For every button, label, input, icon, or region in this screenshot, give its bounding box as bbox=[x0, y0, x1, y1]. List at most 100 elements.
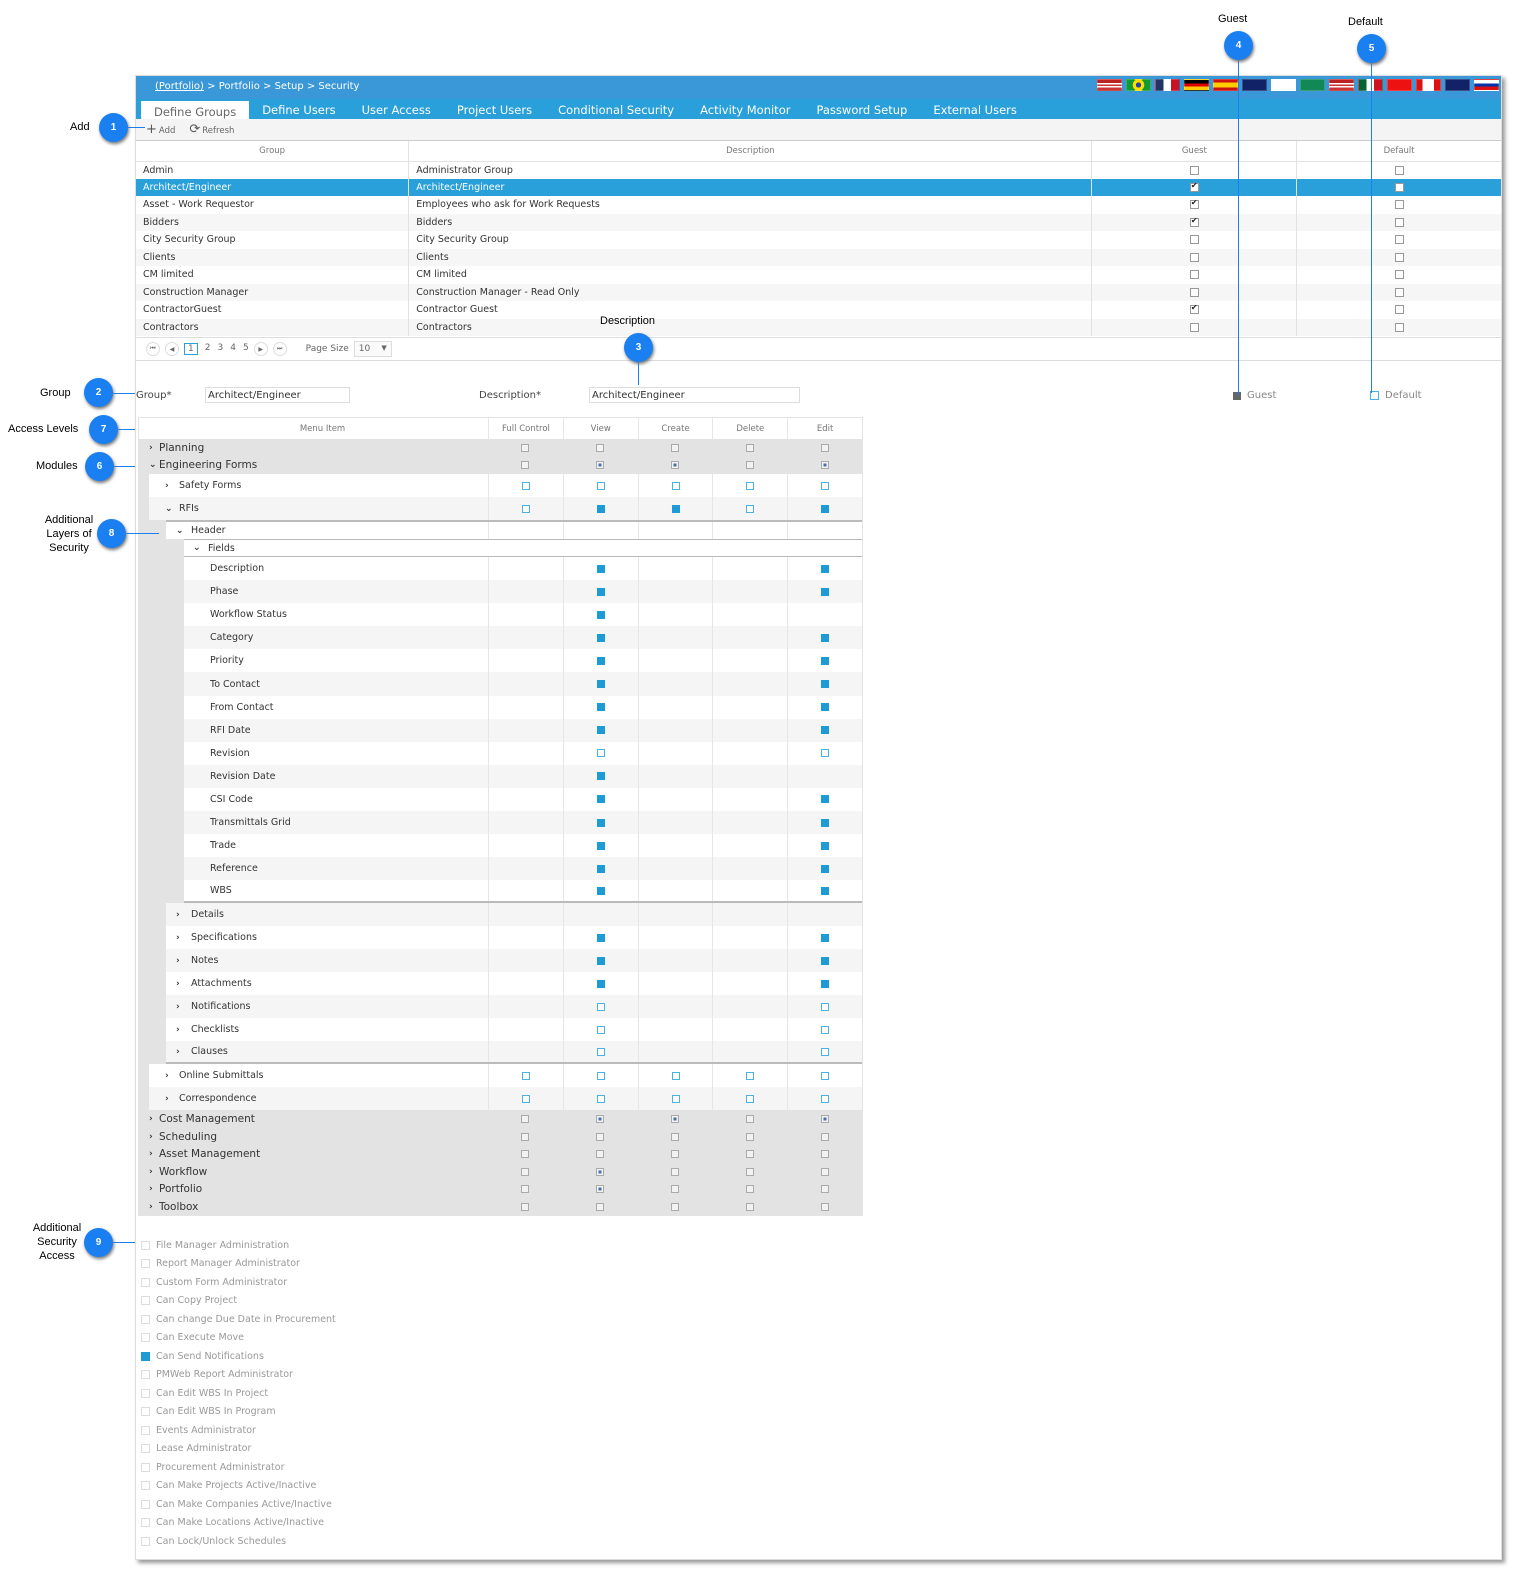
permission-row[interactable]: Trade bbox=[184, 834, 862, 858]
permission-row[interactable]: RFI Date bbox=[184, 718, 862, 742]
page-4-link[interactable]: 4 bbox=[230, 343, 236, 355]
permission-row[interactable]: › Details bbox=[166, 903, 862, 927]
access-checkbox[interactable] bbox=[141, 1277, 150, 1287]
full-control-checkbox[interactable] bbox=[521, 504, 530, 513]
tab-user-access[interactable]: User Access bbox=[349, 99, 444, 119]
canada-flag-icon[interactable] bbox=[1416, 79, 1441, 91]
default-checkbox[interactable] bbox=[1394, 235, 1404, 245]
permission-row[interactable]: To Contact bbox=[184, 672, 862, 696]
edit-checkbox[interactable] bbox=[821, 633, 830, 642]
additional-access-item[interactable]: Can Make Companies Active/Inactive bbox=[141, 1495, 336, 1514]
tab-activity-monitor[interactable]: Activity Monitor bbox=[687, 99, 803, 119]
page-1-link[interactable]: 1 bbox=[184, 343, 198, 355]
view-checkbox[interactable] bbox=[596, 1132, 605, 1141]
permission-row[interactable]: › Online Submittals bbox=[149, 1064, 862, 1088]
permission-row[interactable]: › Attachments bbox=[166, 972, 862, 996]
edit-checkbox[interactable] bbox=[821, 504, 830, 513]
chevron-right-icon[interactable]: › bbox=[176, 1047, 180, 1057]
additional-access-item[interactable]: PMWeb Report Administrator bbox=[141, 1366, 336, 1385]
chevron-down-icon[interactable]: ⌄ bbox=[193, 543, 201, 553]
permission-row[interactable]: › Clauses bbox=[166, 1041, 862, 1065]
view-checkbox[interactable] bbox=[596, 818, 605, 827]
edit-checkbox[interactable] bbox=[821, 1002, 830, 1011]
edit-checkbox[interactable] bbox=[820, 1185, 829, 1194]
tab-conditional-security[interactable]: Conditional Security bbox=[545, 99, 687, 119]
permission-row[interactable]: › Planning bbox=[139, 439, 862, 457]
view-checkbox[interactable] bbox=[596, 564, 605, 573]
access-checkbox[interactable] bbox=[141, 1333, 150, 1343]
create-checkbox[interactable] bbox=[671, 1202, 680, 1211]
additional-access-item[interactable]: Custom Form Administrator bbox=[141, 1273, 336, 1292]
create-checkbox[interactable] bbox=[671, 461, 680, 470]
delete-checkbox[interactable] bbox=[746, 1094, 755, 1103]
edit-checkbox[interactable] bbox=[821, 818, 830, 827]
additional-access-item[interactable]: Can Make Locations Active/Inactive bbox=[141, 1514, 336, 1533]
full-control-checkbox[interactable] bbox=[521, 1167, 530, 1176]
edit-checkbox[interactable] bbox=[821, 864, 830, 873]
additional-access-item[interactable]: Can Execute Move bbox=[141, 1329, 336, 1348]
access-checkbox[interactable] bbox=[141, 1370, 150, 1380]
delete-checkbox[interactable] bbox=[745, 1150, 754, 1159]
delete-checkbox[interactable] bbox=[746, 504, 755, 513]
view-checkbox[interactable] bbox=[596, 1094, 605, 1103]
access-checkbox[interactable] bbox=[141, 1407, 150, 1417]
next-page-button[interactable]: ▶ bbox=[253, 342, 268, 356]
chevron-right-icon[interactable]: › bbox=[176, 956, 180, 966]
table-row[interactable]: Clients Clients bbox=[136, 248, 1502, 266]
table-row[interactable]: Asset - Work Requestor Employees who ask … bbox=[136, 196, 1502, 214]
column-header-default[interactable]: Default bbox=[1296, 141, 1502, 162]
view-checkbox[interactable] bbox=[596, 1071, 605, 1080]
guest-checkbox[interactable] bbox=[1189, 252, 1199, 262]
access-checkbox[interactable] bbox=[141, 1259, 150, 1269]
permission-row[interactable]: › Asset Management bbox=[139, 1145, 862, 1163]
permission-row[interactable]: › Cost Management bbox=[139, 1110, 862, 1128]
full-control-checkbox[interactable] bbox=[521, 1150, 530, 1159]
delete-checkbox[interactable] bbox=[745, 1202, 754, 1211]
chevron-right-icon[interactable]: › bbox=[176, 1002, 180, 1012]
full-control-checkbox[interactable] bbox=[521, 1132, 530, 1141]
permission-row[interactable]: Workflow Status bbox=[184, 603, 862, 627]
germany-flag-icon[interactable] bbox=[1184, 79, 1209, 91]
edit-checkbox[interactable] bbox=[821, 956, 830, 965]
edit-checkbox[interactable] bbox=[821, 841, 830, 850]
delete-checkbox[interactable] bbox=[745, 443, 754, 452]
permission-row[interactable]: ⌄ Header bbox=[166, 520, 862, 539]
permission-row[interactable]: › Checklists bbox=[166, 1018, 862, 1042]
chevron-right-icon[interactable]: › bbox=[165, 1094, 169, 1104]
permission-row[interactable]: Reference bbox=[184, 857, 862, 881]
view-checkbox[interactable] bbox=[596, 1025, 605, 1034]
chevron-right-icon[interactable]: › bbox=[149, 1184, 153, 1194]
saudi-flag-icon[interactable] bbox=[1300, 79, 1325, 91]
edit-checkbox[interactable] bbox=[821, 481, 830, 490]
view-checkbox[interactable] bbox=[596, 772, 605, 781]
table-row[interactable]: CM limited CM limited bbox=[136, 266, 1502, 284]
permission-row[interactable]: › Toolbox bbox=[139, 1197, 862, 1216]
first-page-button[interactable]: ⏮ bbox=[146, 342, 160, 356]
default-checkbox[interactable] bbox=[1394, 305, 1404, 315]
delete-checkbox[interactable] bbox=[745, 461, 754, 470]
full-control-checkbox[interactable] bbox=[521, 1094, 530, 1103]
table-row[interactable]: City Security Group City Security Group bbox=[136, 231, 1502, 249]
guest-checkbox[interactable]: Guest bbox=[1233, 390, 1276, 401]
edit-checkbox[interactable] bbox=[821, 886, 830, 895]
us-flag-icon[interactable] bbox=[1329, 79, 1354, 91]
access-checkbox[interactable] bbox=[141, 1444, 150, 1454]
chevron-right-icon[interactable]: › bbox=[149, 1114, 153, 1124]
view-checkbox[interactable] bbox=[596, 841, 605, 850]
edit-checkbox[interactable] bbox=[821, 749, 830, 758]
default-checkbox[interactable]: Default bbox=[1370, 390, 1422, 401]
edit-checkbox[interactable] bbox=[821, 1094, 830, 1103]
guest-checkbox[interactable] bbox=[1189, 198, 1199, 210]
access-checkbox[interactable] bbox=[141, 1462, 150, 1472]
chevron-right-icon[interactable]: › bbox=[176, 979, 180, 989]
permission-row[interactable]: Description bbox=[184, 557, 862, 581]
chevron-right-icon[interactable]: › bbox=[165, 481, 169, 491]
view-checkbox[interactable] bbox=[596, 1002, 605, 1011]
additional-access-item[interactable]: Can change Due Date in Procurement bbox=[141, 1310, 336, 1329]
column-header-description[interactable]: Description bbox=[408, 141, 1093, 162]
chevron-right-icon[interactable]: › bbox=[165, 1071, 169, 1081]
chevron-right-icon[interactable]: › bbox=[176, 1025, 180, 1035]
page-size-select[interactable]: 10 ▼ bbox=[353, 341, 392, 357]
china-flag-icon[interactable] bbox=[1387, 79, 1412, 91]
view-checkbox[interactable] bbox=[596, 633, 605, 642]
